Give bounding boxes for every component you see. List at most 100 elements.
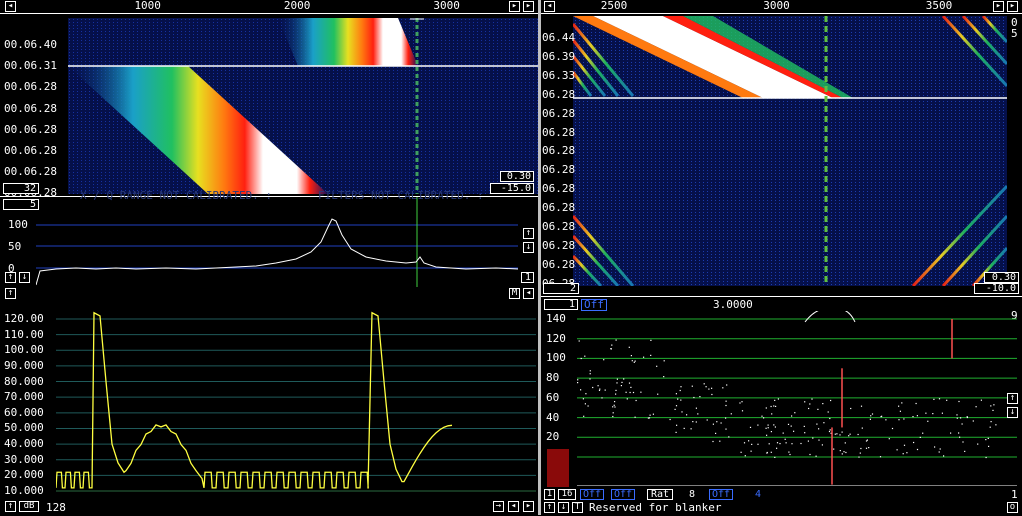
right-waterfall-left-box[interactable]: 2 [543,283,579,294]
decoder-off-1[interactable]: Off [580,489,605,500]
filter-up-button[interactable]: ↑ [5,288,16,299]
right-scroll-left-button[interactable]: ◂ [544,1,555,12]
decoder-point [809,453,811,456]
decoder-t-button[interactable]: T [572,502,583,513]
decoder-point [988,445,990,447]
decoder-point [767,424,769,426]
decoder-scroll-down[interactable]: ↓ [1007,407,1018,418]
decoder-point [925,412,927,414]
left-waterfall-offset-box[interactable]: -15.0 [490,183,534,194]
decoder-point [647,417,649,419]
decoder-point [599,388,601,390]
decoder-point [757,424,759,426]
decoder-point [962,441,964,443]
right-waterfall-display[interactable] [573,16,1007,286]
filter-ytick-label: 50.000 [4,421,44,435]
left-zoom-button[interactable]: ▸ [523,1,534,12]
decoder-point [614,406,616,408]
decoder-point [829,429,831,431]
filter-m-button[interactable]: M [509,288,520,299]
right-timestamp: 06.28 [542,238,576,252]
decoder-point [896,449,898,451]
decoder-point [773,424,775,426]
decoder-point [788,451,790,453]
right-timestamp: 06.28 [542,144,576,158]
spectrum-avg-box[interactable]: 5 [3,199,39,210]
decoder-point [841,453,843,455]
decoder-point [583,415,585,417]
decoder-scroll-up[interactable]: ↑ [1007,393,1018,404]
decoder-point [809,403,811,405]
decoder-point [726,384,728,386]
left-waterfall-display[interactable] [68,18,538,194]
spectrum-scroll-up[interactable]: ↑ [523,228,534,239]
left-scroll-right-button[interactable]: ▸ [509,1,520,12]
spectrum-right-box[interactable]: 1 [521,272,534,283]
decoder-point [589,370,591,372]
filter-right-3[interactable]: ▸ [523,501,534,512]
left-spectrum-plot[interactable] [36,197,536,287]
left-timestamp: 00.06.28 [4,80,57,94]
decoder-point [720,422,722,424]
right-scroll-right-button[interactable]: ▸ [993,1,1004,12]
spectrum-scroll-down[interactable]: ↓ [523,242,534,253]
decoder-point [807,440,809,442]
decoder-point [693,396,695,399]
filter-ytick-label: 40.000 [4,437,44,451]
filter-right-2[interactable]: ◂ [508,501,519,512]
decoder-level-bar [547,449,569,487]
right-waterfall-offset-box[interactable]: -10.0 [974,283,1019,294]
filter-zoom-button[interactable]: ◂ [523,288,534,299]
filter-right-1[interactable]: → [493,501,504,512]
decoder-point [870,415,872,417]
decoder-point [598,389,601,391]
decoder-point [843,451,845,453]
decoder-point [663,376,665,378]
filter-db-button[interactable]: dB [19,501,39,512]
decoder-point [677,398,679,400]
right-timestamp: 06.28 [542,106,576,120]
decoder-point [849,433,851,435]
decoder-box-16[interactable]: 16 [558,489,576,500]
decoder-off-3[interactable]: Off [709,489,734,500]
decoder-point [587,405,589,407]
decoder-point [761,415,763,417]
decoder-point [675,431,677,433]
decoder-o-button[interactable]: o [1007,502,1018,513]
spectrum-left-down[interactable]: ↓ [19,272,30,283]
spectrum-left-up[interactable]: ↑ [5,272,16,283]
decoder-point [828,430,831,433]
decoder-top-box[interactable]: 1 [544,299,578,310]
decoder-point [774,426,776,428]
decoder-off-2[interactable]: Off [611,489,636,500]
decoder-off-top[interactable]: Off [581,299,607,311]
decoder-plot[interactable] [577,311,1017,486]
left-scroll-left-button[interactable]: ◂ [5,1,16,12]
decoder-point [915,402,917,405]
filter-left-up[interactable]: ↑ [5,501,16,512]
decoder-point [989,426,991,428]
decoder-rat-value: 8 [689,489,696,500]
decoder-point [784,438,786,440]
decoder-ytick-label: 140 [546,312,566,325]
decoder-point [716,421,718,423]
right-waterfall-gain-box[interactable]: 0.30 [984,272,1019,283]
decoder-point [791,443,793,445]
left-waterfall-left-box[interactable]: 32 [3,183,39,194]
decoder-point [943,455,945,457]
decoder-up-button[interactable]: ↑ [544,502,555,513]
right-timestamp: 06.28 [542,125,576,139]
decoder-box-1[interactable]: 1 [544,489,555,500]
decoder-point [615,339,617,341]
decoder-point [597,385,599,387]
left-waterfall-gain-box[interactable]: 0.30 [500,171,534,182]
left-filter-plot[interactable] [56,301,536,501]
decoder-point [985,439,987,441]
decoder-rat-label[interactable]: Rat [647,489,674,500]
right-zoom-button[interactable]: ▸ [1007,1,1018,12]
decoder-value-4: 4 [755,489,762,500]
decoder-point [580,389,582,391]
decoder-point [615,389,617,391]
decoder-down-button[interactable]: ↓ [558,502,569,513]
decoder-point [577,382,579,384]
